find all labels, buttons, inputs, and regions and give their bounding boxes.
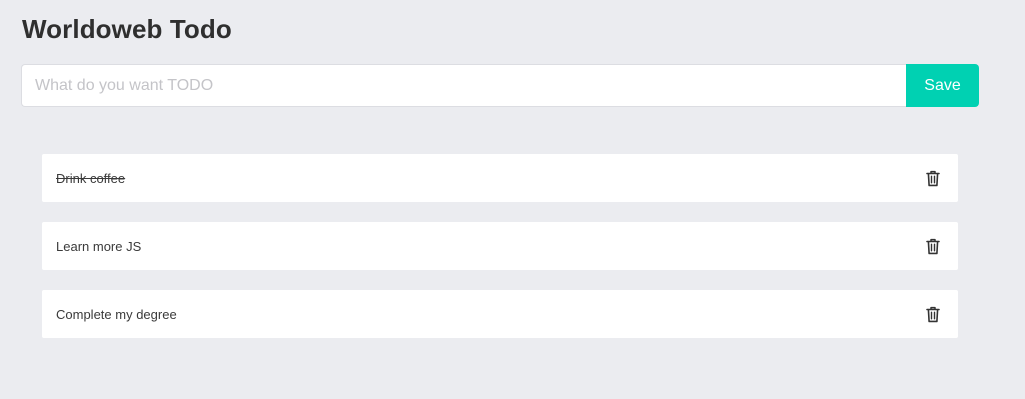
save-button[interactable]: Save [906,64,979,107]
todo-list: Drink coffee Learn more JS Complete my d… [42,154,958,358]
delete-button[interactable] [924,304,942,324]
delete-button[interactable] [924,168,942,188]
todo-input[interactable] [21,64,906,107]
trash-icon [926,170,940,186]
page-title: Worldoweb Todo [22,14,232,44]
todo-item-learn-more-js[interactable]: Learn more JS [42,222,958,270]
delete-button[interactable] [924,236,942,256]
trash-icon [926,238,940,254]
todo-item-label[interactable]: Learn more JS [56,239,141,254]
trash-icon [926,306,940,322]
add-todo-form: Save [21,64,979,107]
todo-item-label[interactable]: Complete my degree [56,307,177,322]
todo-item-complete-my-degree[interactable]: Complete my degree [42,290,958,338]
todo-item-label[interactable]: Drink coffee [56,171,125,186]
todo-app: Worldoweb Todo Save Drink coffee Learn m… [0,0,1025,399]
todo-item-drink-coffee[interactable]: Drink coffee [42,154,958,202]
